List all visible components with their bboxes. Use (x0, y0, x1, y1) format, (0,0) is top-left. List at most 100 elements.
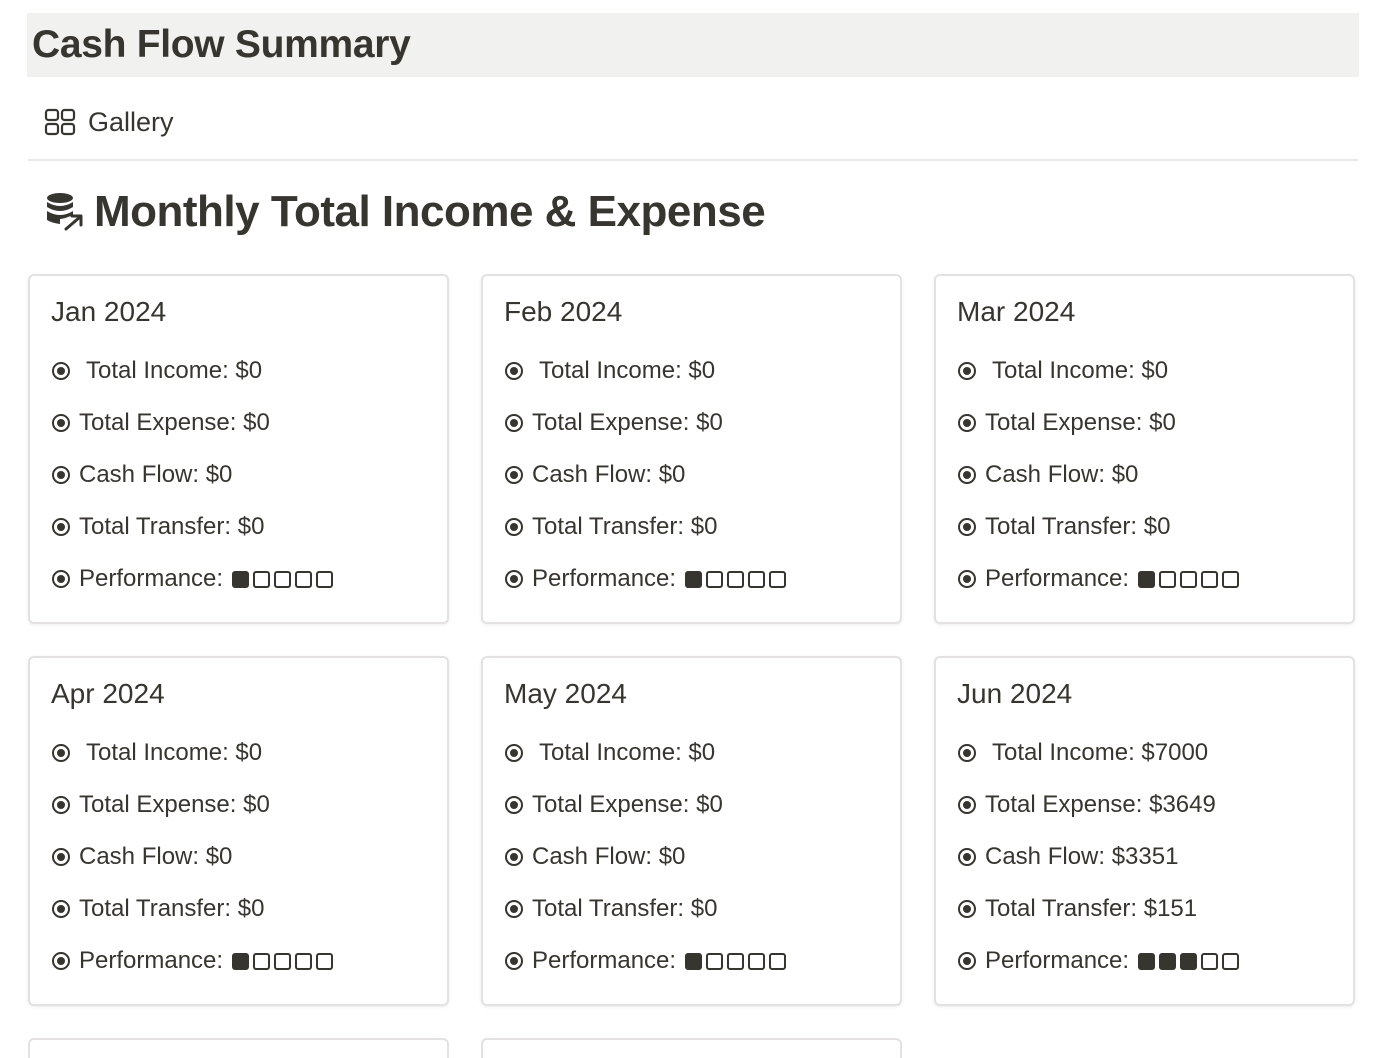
card-field-cash-flow: Cash Flow: $3351 (958, 842, 1178, 872)
card-field-total-income: Total Income: $0 (505, 738, 715, 768)
radio-bullet-icon (505, 362, 523, 380)
field-label: Performance: (985, 565, 1130, 592)
field-value: $0 (690, 513, 718, 540)
card-field-cash-flow: Cash Flow: $0 (52, 460, 232, 490)
field-value: $3351 (1111, 843, 1179, 870)
empty-square-icon (253, 570, 271, 588)
field-value: $0 (1143, 513, 1171, 540)
field-label: Cash Flow: (985, 461, 1112, 488)
tab-gallery[interactable]: Gallery (44, 102, 174, 142)
field-label: Total Income: (539, 357, 689, 384)
radio-bullet-icon (52, 518, 70, 536)
field-label: Total Income: (992, 357, 1142, 384)
field-label: Total Expense: (79, 409, 244, 436)
card-field-total-transfer: Total Transfer: $0 (52, 512, 264, 542)
empty-square-icon (748, 952, 766, 970)
field-label: Total Income: (86, 739, 236, 766)
performance-rating (685, 570, 790, 588)
field-value: $7000 (1141, 739, 1209, 766)
performance-rating (232, 570, 337, 588)
radio-bullet-icon (52, 414, 70, 432)
field-label: Total Income: (992, 739, 1142, 766)
radio-bullet-icon (52, 744, 70, 762)
radio-bullet-icon (505, 518, 523, 536)
page-title-bar: Cash Flow Summary (27, 13, 1359, 77)
radio-bullet-icon (958, 796, 976, 814)
empty-square-icon (274, 952, 292, 970)
empty-square-icon (274, 570, 292, 588)
gallery-card[interactable]: Mar 2024 Total Income: $0 Total Expense: $… (934, 274, 1355, 624)
empty-square-icon (1180, 570, 1198, 588)
radio-bullet-icon (505, 900, 523, 918)
field-value: $0 (658, 843, 686, 870)
card-field-total-income: Total Income: $0 (52, 738, 262, 768)
filled-square-icon (232, 570, 250, 588)
empty-square-icon (1201, 952, 1219, 970)
field-label: Total Income: (86, 357, 236, 384)
field-value: $0 (696, 409, 723, 436)
tab-gallery-label: Gallery (88, 106, 174, 137)
radio-bullet-icon (958, 848, 976, 866)
card-field-total-transfer: Total Transfer: $0 (958, 512, 1170, 542)
radio-bullet-icon (505, 952, 523, 970)
card-title: Apr 2024 (51, 678, 165, 709)
field-label: Cash Flow: (985, 843, 1112, 870)
field-value: $0 (243, 409, 270, 436)
field-label: Total Income: (539, 739, 689, 766)
field-label: Cash Flow: (532, 461, 659, 488)
field-value: $0 (243, 791, 270, 818)
card-field-total-income: Total Income: $7000 (958, 738, 1208, 768)
radio-bullet-icon (52, 570, 70, 588)
gallery-card[interactable]: Apr 2024 Total Income: $0 Total Expense: $… (28, 656, 449, 1006)
radio-bullet-icon (958, 952, 976, 970)
gallery-card[interactable] (28, 1038, 449, 1058)
empty-square-icon (706, 570, 724, 588)
filled-square-icon (1138, 952, 1156, 970)
card-field-total-transfer: Total Transfer: $0 (505, 894, 717, 924)
card-field-total-transfer: Total Transfer: $151 (958, 894, 1197, 924)
database-arrow-icon (44, 190, 84, 234)
performance-rating (1138, 570, 1243, 588)
card-title: Jan 2024 (51, 296, 167, 327)
radio-bullet-icon (505, 414, 523, 432)
filled-square-icon (1180, 952, 1198, 970)
filled-square-icon (685, 952, 703, 970)
card-field-total-expense: Total Expense: $3649 (958, 790, 1216, 820)
empty-square-icon (1159, 570, 1177, 588)
field-label: Total Transfer: (985, 513, 1144, 540)
gallery-card[interactable]: Jan 2024 Total Income: $0 Total Expense: $… (28, 274, 449, 624)
field-value: $0 (1149, 409, 1176, 436)
empty-square-icon (1222, 570, 1240, 588)
filled-square-icon (685, 570, 703, 588)
view-divider (28, 159, 1358, 161)
radio-bullet-icon (52, 466, 70, 484)
card-field-cash-flow: Cash Flow: $0 (958, 460, 1138, 490)
field-value: $0 (237, 895, 265, 922)
radio-bullet-icon (505, 466, 523, 484)
radio-bullet-icon (958, 362, 976, 380)
gallery-card[interactable]: May 2024 Total Income: $0 Total Expense: $… (481, 656, 902, 1006)
empty-square-icon (253, 952, 271, 970)
gallery-card[interactable] (481, 1038, 902, 1058)
card-field-total-income: Total Income: $0 (505, 356, 715, 386)
field-label: Performance: (532, 947, 677, 974)
card-field-performance: Performance: (505, 564, 790, 594)
field-label: Performance: (532, 565, 677, 592)
radio-bullet-icon (52, 796, 70, 814)
card-field-performance: Performance: (958, 564, 1243, 594)
radio-bullet-icon (505, 848, 523, 866)
empty-square-icon (748, 570, 766, 588)
section-heading: Monthly Total Income & Expense (44, 184, 766, 240)
empty-square-icon (769, 952, 787, 970)
field-label: Performance: (79, 565, 224, 592)
card-field-total-income: Total Income: $0 (52, 356, 262, 386)
field-label: Total Expense: (985, 791, 1150, 818)
gallery-card[interactable]: Feb 2024 Total Income: $0 Total Expense: $… (481, 274, 902, 624)
field-value: $0 (237, 513, 265, 540)
radio-bullet-icon (958, 744, 976, 762)
radio-bullet-icon (958, 518, 976, 536)
field-label: Cash Flow: (79, 461, 206, 488)
card-field-performance: Performance: (52, 946, 337, 976)
field-label: Total Expense: (79, 791, 244, 818)
gallery-card[interactable]: Jun 2024 Total Income: $7000 Total Expense… (934, 656, 1355, 1006)
